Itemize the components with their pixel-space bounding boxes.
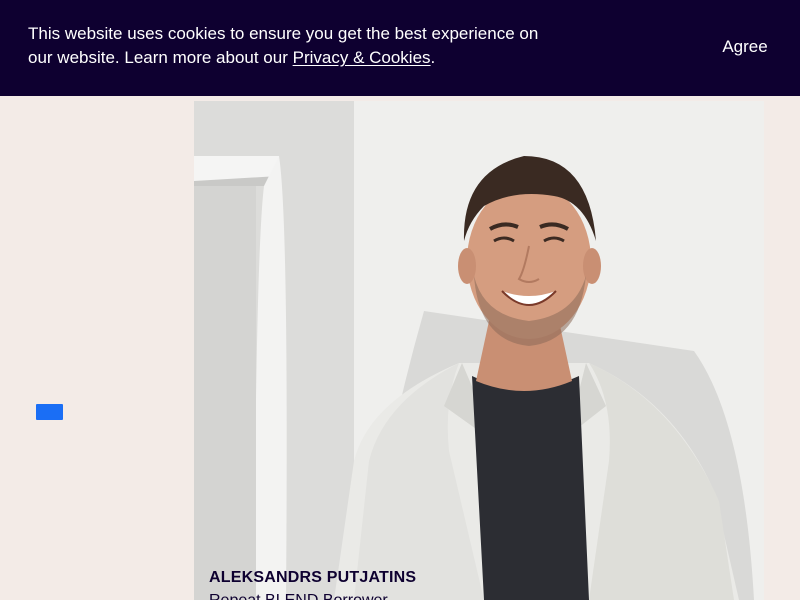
cookie-message: This website uses cookies to ensure you … (28, 22, 548, 70)
profile-photo (194, 101, 764, 600)
cookie-message-end: . (430, 48, 436, 67)
agree-button[interactable]: Agree (710, 33, 780, 61)
person-role: Repeat BLEND Borrower (209, 592, 388, 600)
cookie-message-text: This website uses cookies to ensure you … (28, 24, 539, 67)
page: This website uses cookies to ensure you … (0, 0, 800, 600)
blue-marker-icon (36, 404, 63, 420)
cookie-banner: This website uses cookies to ensure you … (0, 0, 800, 96)
person-name: ALEKSANDRS PUTJATINS (209, 569, 417, 586)
profile-photo-card: ALEKSANDRS PUTJATINS Repeat BLEND Borrow… (194, 101, 764, 600)
privacy-cookies-link[interactable]: Privacy & Cookies (293, 48, 431, 67)
